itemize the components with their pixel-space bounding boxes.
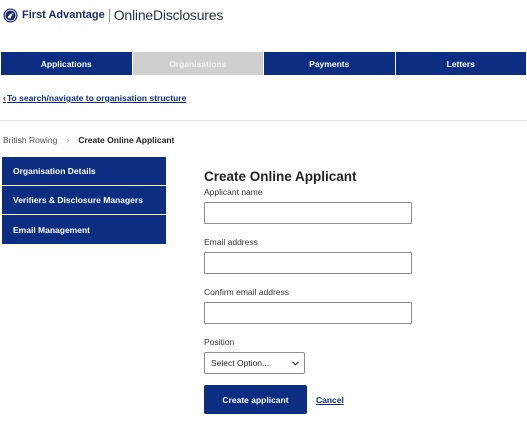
form-actions: Create applicant Cancel [204,385,344,414]
brand-name: First Advantage [22,9,105,21]
side-item-email-management[interactable]: Email Management [2,215,166,244]
applicant-name-group: Applicant name [204,187,434,224]
back-to-search-link[interactable]: ‹ To search/navigate to organisation str… [3,93,186,103]
product-name: OnlineDisclosures [113,7,224,23]
first-advantage-logo-icon [3,7,18,23]
tab-organisations[interactable]: Organisations [132,52,264,75]
cancel-link[interactable]: Cancel [316,395,344,405]
email-input[interactable] [204,252,412,274]
side-menu: Organisation Details Verifiers & Disclos… [2,157,166,244]
side-item-verifiers-disclosure-managers[interactable]: Verifiers & Disclosure Managers [2,186,166,215]
create-applicant-form: Create Online Applicant Applicant name E… [204,169,434,387]
divider [0,120,527,121]
confirm-email-group: Confirm email address [204,287,434,324]
back-link-label: To search/navigate to organisation struc… [7,93,187,103]
brand-header[interactable]: First Advantage OnlineDisclosures [3,6,223,24]
breadcrumb: British Rowing › Create Online Applicant [3,135,174,145]
tab-payments[interactable]: Payments [264,52,396,75]
confirm-email-label: Confirm email address [204,287,290,297]
confirm-email-input[interactable] [204,302,412,324]
main-nav: Applications Organisations Payments Lett… [1,52,526,75]
position-select[interactable]: Select Option... [204,352,305,374]
email-label: Email address [204,237,258,247]
breadcrumb-parent[interactable]: British Rowing [3,135,57,145]
applicant-name-label: Applicant name [204,187,263,197]
chevron-right-icon: › [66,135,70,145]
page: First Advantage OnlineDisclosures Applic… [0,0,527,431]
position-label: Position [204,337,235,347]
position-select-value: Select Option... [211,358,270,368]
breadcrumb-current: Create Online Applicant [78,135,175,145]
brand-divider [108,8,110,22]
email-group: Email address [204,237,434,274]
tab-applications[interactable]: Applications [1,52,133,75]
chevron-down-icon [292,360,299,366]
side-item-organisation-details[interactable]: Organisation Details [2,157,166,186]
page-title: Create Online Applicant [204,169,357,184]
applicant-name-input[interactable] [204,202,412,224]
chevron-left-icon: ‹ [3,93,6,103]
position-group: Position Select Option... [204,337,434,374]
create-applicant-button[interactable]: Create applicant [204,385,307,414]
tab-letters[interactable]: Letters [395,52,526,75]
